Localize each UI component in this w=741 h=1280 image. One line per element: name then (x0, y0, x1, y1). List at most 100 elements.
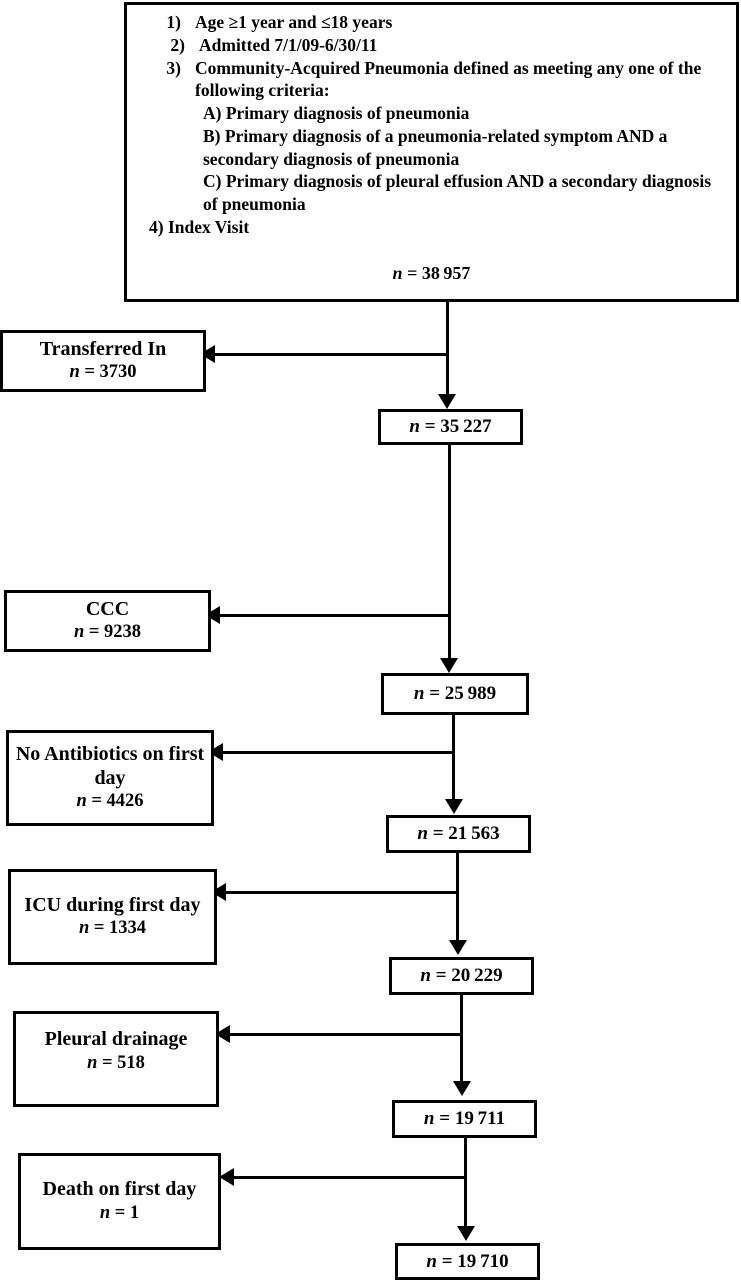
subcriterion-a: A) Primary diagnosis of pneumonia (203, 103, 470, 123)
connector-vline-2 (448, 445, 451, 661)
n-value: 3730 (99, 362, 137, 383)
criterion-2: 2) Admitted 7/1/09-6/30/11 (135, 34, 728, 57)
connector-arrowhead-death (219, 1168, 234, 1186)
connector-vline-1 (446, 302, 449, 396)
node-box-19711: n = 19 711 (392, 1100, 537, 1138)
connector-hline-pleural-drainage (228, 1033, 463, 1036)
connector-arrowhead-4 (449, 940, 467, 955)
exclusion-box-pleural-drainage: Pleural drainage n = 518 (13, 1011, 219, 1107)
connector-arrowhead-3 (445, 799, 463, 814)
subcriterion-c: C) Primary diagnosis of pleural effusion… (203, 171, 712, 214)
criterion-3-text: Community-Acquired Pneumonia defined as … (195, 57, 702, 101)
n-label: n (73, 622, 85, 643)
exclusion-label-pleural-drainage: Pleural drainage (44, 1028, 188, 1050)
exclusion-label-transferred-in: Transferred In (39, 337, 167, 360)
n-label: n (87, 1052, 98, 1073)
n-value: 9238 (104, 622, 142, 643)
criterion-3-number: 3) (166, 57, 181, 78)
n-value: 4426 (106, 791, 144, 812)
connector-hline-icu (224, 891, 458, 894)
node-count-20229: n = 20 229 (420, 965, 502, 987)
exclusion-count-transferred-in: n = 3730 (69, 362, 136, 384)
equals: = (439, 1108, 451, 1129)
n-value: 21 563 (448, 823, 500, 844)
connector-hline-no-antibiotics (221, 751, 454, 754)
node-box-35227: n = 35 227 (378, 409, 523, 445)
node-count-21563: n = 21 563 (417, 823, 499, 845)
equals: = (91, 791, 102, 812)
exclusion-box-icu-first-day: ICU during first day n = 1334 (8, 869, 217, 965)
exclusion-label-death-first-day: Death on first day (42, 1178, 197, 1201)
n-label: n (409, 416, 420, 437)
node-count-25989: n = 25 989 (414, 683, 496, 705)
criterion-2-text: Admitted 7/1/09-6/30/11 (199, 34, 378, 55)
connector-vline-6 (464, 1138, 467, 1228)
criterion-1-text: Age ≥1 year and ≤18 years (195, 12, 393, 32)
exclusion-count-death-first-day: n = 1 (100, 1203, 139, 1225)
equals: = (429, 683, 441, 704)
n-label: n (420, 965, 431, 986)
connector-vline-5 (460, 995, 463, 1083)
equals: = (114, 1202, 126, 1223)
connector-arrowhead-2 (440, 658, 458, 673)
node-box-19710: n = 19 710 (395, 1243, 540, 1280)
equals: = (88, 622, 100, 643)
inclusion-total-equals: = (407, 262, 418, 283)
criterion-2-number: 2) (170, 34, 185, 55)
exclusion-count-ccc: n = 9238 (74, 622, 141, 644)
connector-arrowhead-6 (457, 1226, 475, 1241)
criterion-4: 4) Index Visit (149, 216, 250, 237)
criteria-list: 1) Age ≥1 year and ≤18 years 2) Admitted… (135, 11, 728, 239)
n-value: 518 (117, 1052, 145, 1073)
exclusion-box-death-first-day: Death on first day n = 1 (18, 1153, 221, 1250)
n-label: n (423, 1108, 435, 1129)
exclusion-count-icu-first-day: n = 1334 (79, 918, 146, 940)
node-box-21563: n = 21 563 (386, 815, 531, 853)
connector-vline-3 (452, 715, 455, 801)
equals: = (84, 362, 95, 383)
node-count-19710: n = 19 710 (426, 1251, 508, 1273)
inclusion-criteria-box: 1) Age ≥1 year and ≤18 years 2) Admitted… (124, 2, 739, 302)
subcriterion-b: B) Primary diagnosis of a pneumonia-rela… (203, 125, 668, 169)
node-count-35227: n = 35 227 (409, 416, 491, 438)
criterion-3: 3) Community-Acquired Pneumonia defined … (135, 57, 728, 103)
n-label: n (76, 791, 87, 812)
exclusion-label-icu-first-day: ICU during first day (24, 893, 201, 916)
equals: = (435, 965, 447, 986)
equals: = (441, 1250, 453, 1272)
n-label: n (417, 823, 428, 844)
connector-arrowhead-1 (438, 394, 456, 409)
inclusion-total-n-label: n (392, 262, 403, 283)
exclusion-count-no-antibiotics: n = 4426 (76, 791, 143, 813)
exclusion-box-ccc: CCC n = 9238 (4, 590, 211, 652)
criterion-1: 1) Age ≥1 year and ≤18 years (135, 11, 728, 34)
n-value: 19 711 (454, 1108, 506, 1129)
node-count-19711: n = 19 711 (424, 1108, 505, 1130)
node-box-25989: n = 25 989 (381, 673, 529, 715)
n-label: n (426, 1250, 437, 1272)
node-box-20229: n = 20 229 (389, 957, 534, 995)
connector-hline-ccc (218, 614, 450, 617)
connector-arrowhead-5 (453, 1081, 471, 1096)
n-value: 19 710 (457, 1250, 509, 1272)
connector-hline-transferred-in (213, 353, 448, 356)
exclusion-label-no-antibiotics: No Antibiotics on first day (15, 742, 205, 789)
exclusion-box-transferred-in: Transferred In n = 3730 (0, 330, 206, 392)
inclusion-total: n = 38 957 (127, 262, 736, 285)
flowchart-canvas: 1) Age ≥1 year and ≤18 years 2) Admitted… (0, 0, 741, 1280)
n-label: n (78, 918, 90, 939)
n-label: n (69, 362, 80, 383)
inclusion-total-value: 38 957 (421, 262, 471, 283)
connector-hline-death (232, 1176, 467, 1179)
equals: = (432, 823, 444, 844)
criterion-1-number: 1) (166, 12, 181, 32)
n-label: n (99, 1202, 111, 1223)
equals: = (102, 1052, 113, 1073)
equals: = (93, 918, 105, 939)
exclusion-count-pleural-drainage: n = 518 (87, 1053, 145, 1075)
exclusion-label-ccc: CCC (85, 597, 130, 620)
n-value: 25 989 (444, 683, 497, 704)
connector-vline-4 (456, 853, 459, 941)
n-value: 1334 (109, 918, 147, 939)
n-label: n (413, 683, 425, 704)
